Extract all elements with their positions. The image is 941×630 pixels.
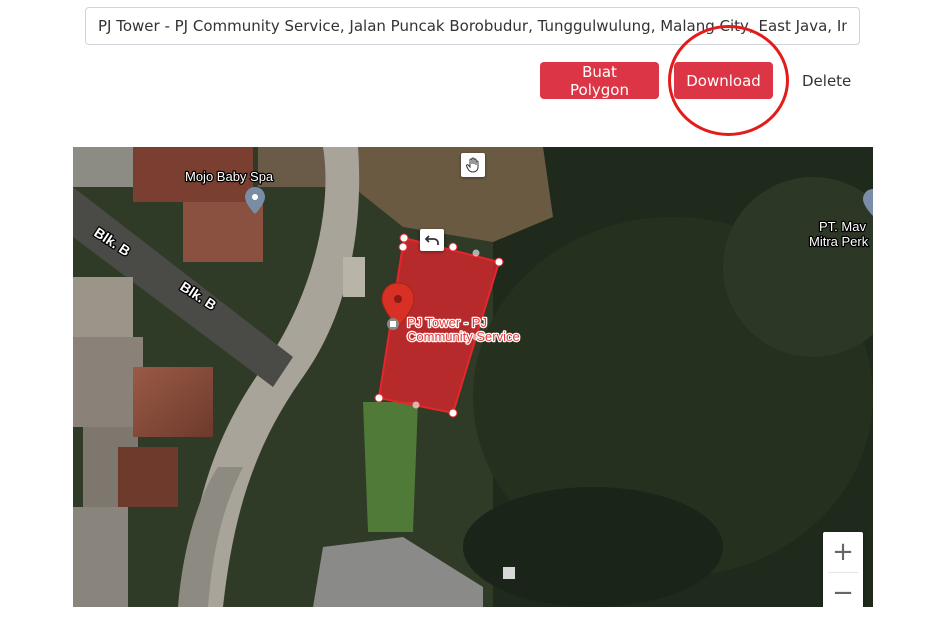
zoom-controls: + − bbox=[823, 532, 863, 607]
building-poi-glyph bbox=[390, 321, 396, 327]
undo-button[interactable] bbox=[420, 229, 444, 251]
polygon-vertex[interactable] bbox=[374, 393, 384, 403]
building bbox=[73, 337, 143, 427]
pj-tower-label-line1: PJ Tower - PJ bbox=[407, 315, 487, 330]
small-structure bbox=[503, 567, 515, 579]
building bbox=[183, 202, 263, 262]
pj-tower-label-line2: Community Service bbox=[407, 329, 520, 344]
undo-icon bbox=[424, 235, 439, 245]
canopy-shade-3 bbox=[463, 487, 723, 607]
hand-icon bbox=[465, 157, 479, 173]
zoom-in-button[interactable]: + bbox=[823, 532, 863, 572]
polygon-midpoint[interactable] bbox=[412, 401, 420, 409]
map-canvas: Mojo Baby Spa PT. Mav Mitra Perk Blk. B … bbox=[73, 147, 873, 607]
small-structure bbox=[343, 257, 365, 297]
page: Buat Polygon Download Delete bbox=[0, 0, 941, 630]
mojo-baby-spa-label: Mojo Baby Spa bbox=[185, 169, 274, 184]
polygon-vertex[interactable] bbox=[398, 242, 408, 252]
polygon-vertex[interactable] bbox=[494, 257, 504, 267]
building bbox=[73, 277, 133, 337]
polygon-vertex[interactable] bbox=[399, 233, 409, 243]
pt-label-line1: PT. Mav bbox=[819, 219, 866, 234]
hand-tool-button[interactable] bbox=[461, 153, 485, 177]
polygon-vertex[interactable] bbox=[448, 408, 458, 418]
building bbox=[118, 447, 178, 507]
pt-label-line2: Mitra Perk bbox=[809, 234, 869, 249]
polygon-midpoint[interactable] bbox=[472, 249, 480, 257]
building bbox=[73, 147, 133, 187]
delete-button[interactable]: Delete bbox=[796, 62, 857, 99]
polygon-vertex[interactable] bbox=[448, 242, 458, 252]
building bbox=[133, 367, 213, 437]
satellite-map[interactable]: Mojo Baby Spa PT. Mav Mitra Perk Blk. B … bbox=[73, 147, 873, 607]
create-polygon-button[interactable]: Buat Polygon bbox=[540, 62, 659, 99]
download-button[interactable]: Download bbox=[674, 62, 773, 99]
address-search-input[interactable] bbox=[85, 7, 860, 45]
zoom-out-button[interactable]: − bbox=[823, 573, 863, 607]
grass-strip bbox=[363, 402, 418, 532]
building bbox=[73, 507, 128, 607]
